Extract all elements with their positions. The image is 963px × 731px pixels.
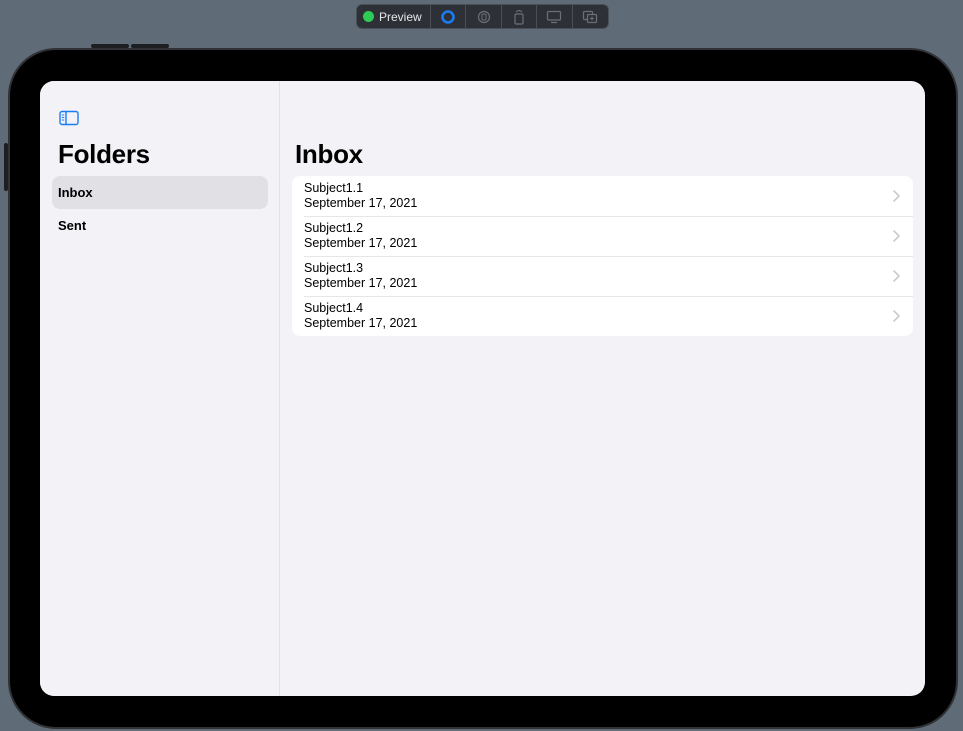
message-subject: Subject1.2 xyxy=(304,221,364,235)
message-list: Subject1.1 September 17, 2021 Subject1.2… xyxy=(292,176,913,336)
sidebar-item-label: Sent xyxy=(58,218,87,233)
message-subject: Subject1.4 xyxy=(304,301,364,315)
sidebar-item-inbox[interactable]: Inbox xyxy=(52,176,268,209)
list-item[interactable]: Subject1.4 September 17, 2021 xyxy=(292,296,913,336)
list-item[interactable]: Subject1.3 September 17, 2021 xyxy=(292,256,913,296)
preview-live-label: Preview xyxy=(379,9,422,24)
chevron-right-icon xyxy=(893,270,900,282)
page-title: Inbox xyxy=(295,139,363,169)
message-date: September 17, 2021 xyxy=(304,316,418,330)
sidebar-left-icon[interactable] xyxy=(59,110,79,126)
chevron-right-icon xyxy=(893,190,900,202)
list-item[interactable]: Subject1.2 September 17, 2021 xyxy=(292,216,913,256)
list-item[interactable]: Subject1.1 September 17, 2021 xyxy=(292,176,913,216)
sidebar-item-sent[interactable]: Sent xyxy=(52,209,268,242)
message-date: September 17, 2021 xyxy=(304,276,418,290)
chevron-right-icon xyxy=(893,230,900,242)
app-screen: Folders Inbox Sent Inbox Subject1.1 Sept… xyxy=(40,81,925,696)
message-date: September 17, 2021 xyxy=(304,196,418,210)
sidebar: Folders Inbox Sent xyxy=(40,81,280,696)
chevron-right-icon xyxy=(893,310,900,322)
live-status-dot xyxy=(363,11,374,22)
preview-toolbar: Preview xyxy=(356,4,609,29)
preview-live-button[interactable]: Preview xyxy=(357,5,431,28)
message-subject: Subject1.1 xyxy=(304,181,364,195)
sidebar-title: Folders xyxy=(58,139,150,169)
inspect-icon[interactable] xyxy=(466,5,502,28)
detail-pane: Inbox Subject1.1 September 17, 2021 Subj… xyxy=(281,81,925,696)
sidebar-item-label: Inbox xyxy=(58,185,93,200)
message-date: September 17, 2021 xyxy=(304,236,418,250)
message-subject: Subject1.3 xyxy=(304,261,364,275)
rotate-device-icon[interactable] xyxy=(502,5,538,28)
live-preview-icon[interactable] xyxy=(431,5,467,28)
device-settings-icon[interactable] xyxy=(537,5,573,28)
duplicate-preview-icon[interactable] xyxy=(573,5,608,28)
